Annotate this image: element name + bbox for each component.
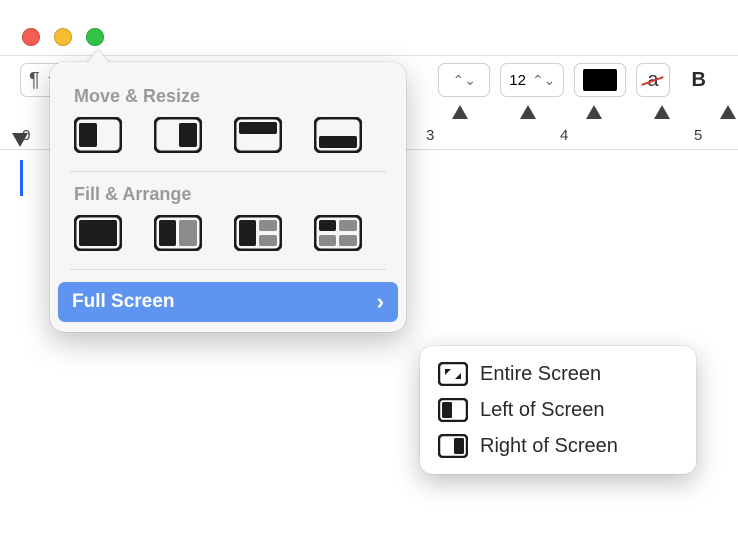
zoom-window-button[interactable] (86, 28, 104, 46)
pilcrow-icon: ¶ (29, 69, 40, 92)
arrange-left-and-quarters-icon[interactable] (234, 215, 282, 251)
chevron-updown-icon: ⌃⌄ (532, 72, 555, 89)
tile-top-half-icon[interactable] (234, 117, 282, 153)
section-title-move-resize: Move & Resize (74, 86, 382, 107)
popover-pointer (86, 50, 110, 64)
arrange-quarters-icon[interactable] (314, 215, 362, 251)
right-of-screen-icon (438, 434, 468, 458)
text-color-button[interactable] (574, 63, 626, 97)
divider (70, 171, 386, 172)
close-window-button[interactable] (22, 28, 40, 46)
strikethrough-icon: a (645, 69, 660, 92)
font-size-value: 12 (509, 72, 526, 89)
ruler-label: 4 (560, 127, 568, 144)
full-screen-submenu: Entire Screen Left of Screen Right of Sc… (420, 346, 696, 474)
full-screen-menu-item[interactable]: Full Screen › (58, 282, 398, 322)
full-screen-label: Full Screen (72, 291, 174, 313)
ruler-tab-marker[interactable] (520, 105, 536, 119)
ruler-label: 3 (426, 127, 434, 144)
ruler-tab-marker[interactable] (720, 105, 736, 119)
ruler-tab-marker[interactable] (586, 105, 602, 119)
bold-icon: B (688, 69, 710, 92)
tile-bottom-half-icon[interactable] (314, 117, 362, 153)
submenu-left-of-screen[interactable]: Left of Screen (426, 392, 690, 428)
font-size-button[interactable]: 12 ⌃⌄ (500, 63, 564, 97)
submenu-label: Right of Screen (480, 435, 618, 458)
ruler-indent-marker[interactable] (12, 133, 28, 147)
submenu-right-of-screen[interactable]: Right of Screen (426, 428, 690, 464)
left-of-screen-icon (438, 398, 468, 422)
divider (70, 269, 386, 270)
tile-right-half-icon[interactable] (154, 117, 202, 153)
color-swatch-icon (583, 69, 617, 91)
ruler-tab-marker[interactable] (654, 105, 670, 119)
chevron-updown-icon: ⌃⌄ (453, 72, 476, 89)
fill-arrange-row (50, 215, 406, 257)
minimize-window-button[interactable] (54, 28, 72, 46)
submenu-entire-screen[interactable]: Entire Screen (426, 356, 690, 392)
chevron-right-icon: › (377, 289, 384, 315)
move-resize-row (50, 117, 406, 159)
window-tile-popover: Move & Resize Fill & Arrange Full (50, 62, 406, 332)
submenu-label: Left of Screen (480, 399, 605, 422)
ruler-label: 5 (694, 127, 702, 144)
font-family-button[interactable]: ⌃⌄ (438, 63, 490, 97)
section-title-fill-arrange: Fill & Arrange (74, 184, 382, 205)
text-cursor (20, 160, 23, 196)
fill-screen-icon[interactable] (74, 215, 122, 251)
bold-button[interactable]: B (680, 64, 718, 96)
arrange-left-right-icon[interactable] (154, 215, 202, 251)
strikethrough-button[interactable]: a (636, 63, 669, 97)
tile-left-half-icon[interactable] (74, 117, 122, 153)
window-traffic-lights (22, 28, 104, 46)
entire-screen-icon (438, 362, 468, 386)
ruler-tab-marker[interactable] (452, 105, 468, 119)
submenu-label: Entire Screen (480, 363, 601, 386)
